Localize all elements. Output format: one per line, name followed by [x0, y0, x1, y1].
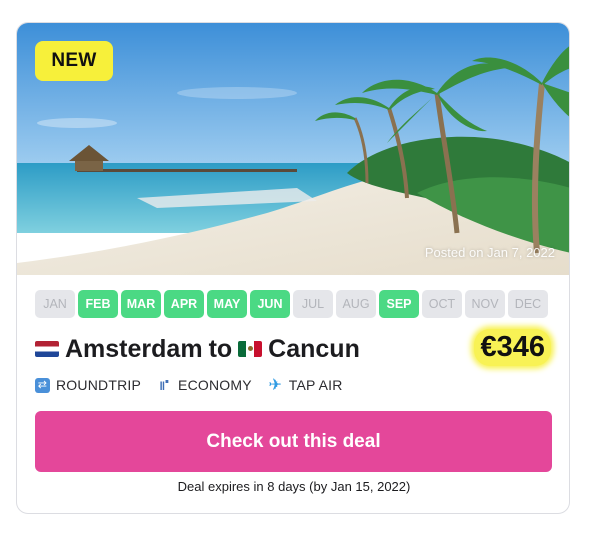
- month-apr: APR: [164, 290, 204, 318]
- new-badge: NEW: [35, 41, 113, 81]
- price: €346: [474, 329, 551, 366]
- route-title: Amsterdam to Cancun: [35, 329, 360, 369]
- seat-icon: ⑈: [159, 376, 170, 394]
- check-deal-button[interactable]: Check out this deal: [35, 411, 552, 472]
- month-jan: JAN: [35, 290, 75, 318]
- feature-cabin: ⑈ ECONOMY: [157, 377, 252, 393]
- month-may: MAY: [207, 290, 247, 318]
- month-dec: DEC: [508, 290, 548, 318]
- travel-months: JAN FEB MAR APR MAY JUN JUL AUG SEP OCT …: [35, 290, 548, 318]
- month-jun: JUN: [250, 290, 290, 318]
- month-oct: OCT: [422, 290, 462, 318]
- route-connector: to: [208, 334, 233, 363]
- airplane-icon: ✈: [268, 376, 283, 394]
- month-jul: JUL: [293, 290, 333, 318]
- feature-trip-type: ⇄ ROUNDTRIP: [35, 377, 141, 393]
- cabin-label: ECONOMY: [178, 377, 252, 393]
- roundtrip-icon: ⇄: [35, 377, 50, 393]
- month-sep: SEP: [379, 290, 419, 318]
- month-mar: MAR: [121, 290, 161, 318]
- destination-city: Cancun: [268, 334, 360, 363]
- origin-city: Amsterdam: [65, 334, 203, 363]
- posted-date: Posted on Jan 7, 2022: [424, 245, 555, 260]
- deal-expiry: Deal expires in 8 days (by Jan 15, 2022): [177, 479, 411, 494]
- month-nov: NOV: [465, 290, 505, 318]
- trip-type-label: ROUNDTRIP: [56, 377, 142, 393]
- netherlands-flag-icon: [35, 341, 59, 357]
- airline-label: TAP AIR: [288, 377, 343, 393]
- month-aug: AUG: [336, 290, 376, 318]
- deal-features: ⇄ ROUNDTRIP ⑈ ECONOMY ✈ TAP AIR: [35, 377, 343, 393]
- deal-card[interactable]: NEW Posted on Jan 7, 2022 JAN FEB MAR AP…: [16, 22, 570, 514]
- destination-photo[interactable]: NEW Posted on Jan 7, 2022: [17, 23, 569, 275]
- mexico-flag-icon: [238, 341, 263, 357]
- feature-airline: ✈ TAP AIR: [268, 377, 343, 393]
- month-feb: FEB: [78, 290, 118, 318]
